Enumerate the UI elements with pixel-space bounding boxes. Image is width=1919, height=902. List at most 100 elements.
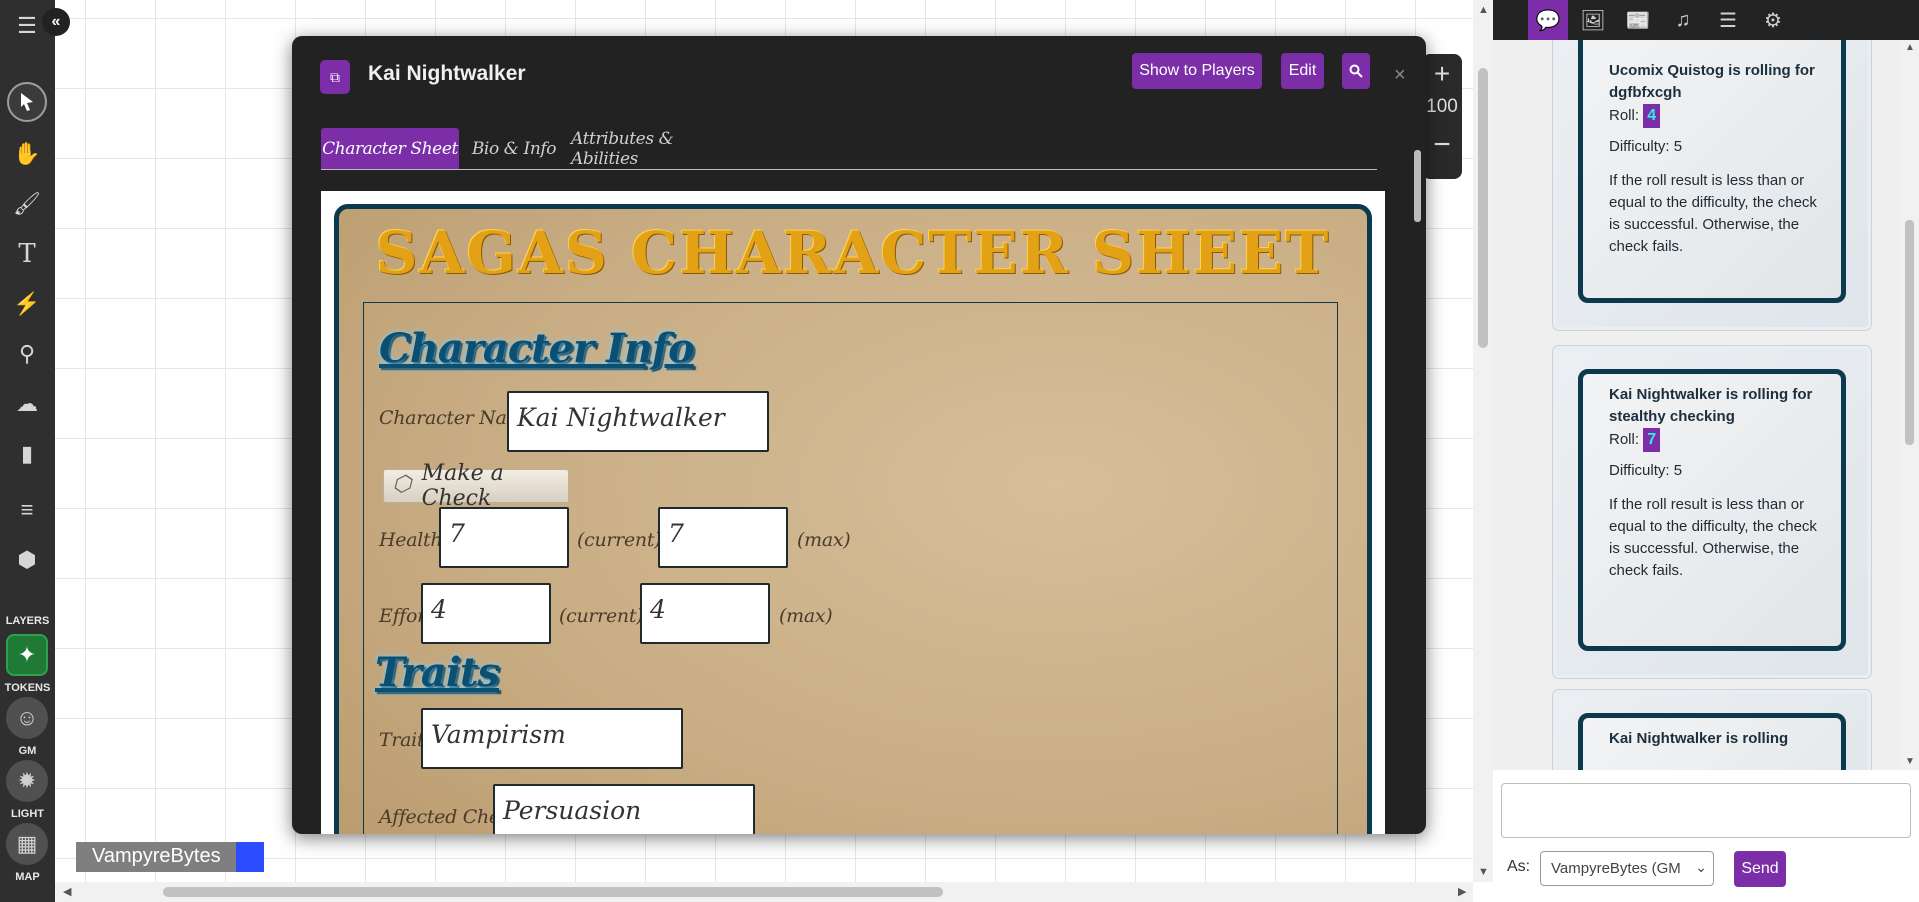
chat-bubble-icon[interactable]: 💬 — [1528, 0, 1568, 40]
roll-template-card: Kai Nightwalker is rolling — [1578, 713, 1846, 770]
speaking-as-label: As: — [1507, 858, 1531, 875]
affected-check-field[interactable]: Persuasion — [493, 784, 755, 834]
popout-icon[interactable]: ⧉ — [320, 60, 350, 94]
scroll-up-icon[interactable]: ▲ — [1478, 4, 1489, 16]
trait-field[interactable]: Vampirism — [421, 708, 683, 769]
light-layer-icon[interactable]: ✹ — [6, 760, 48, 802]
player-color-swatch — [236, 842, 264, 872]
ruler-icon[interactable]: ▮ — [7, 434, 47, 474]
roll-template-card: Ucomix Quistog is rolling for dgfbfxcgh … — [1578, 40, 1846, 303]
canvas-vertical-scrollbar[interactable]: ▲ ▼ — [1473, 0, 1493, 882]
roll-label: Roll: — [1609, 431, 1640, 448]
roll-line: Roll: 7 — [1609, 428, 1819, 452]
settings-gear-icon[interactable]: ⚙ — [1753, 0, 1793, 40]
chat-input[interactable] — [1501, 783, 1911, 838]
select-pointer-icon[interactable] — [7, 82, 47, 122]
scroll-right-icon[interactable]: ▶ — [1458, 885, 1466, 898]
tab-character-sheet[interactable]: Character Sheet — [321, 128, 459, 169]
text-icon[interactable]: T — [7, 234, 47, 274]
roll-rule-text: If the roll result is less than or equal… — [1609, 496, 1817, 579]
roll-who: Kai Nightwalker is rolling for stealthy … — [1609, 386, 1813, 425]
roll-who: Ucomix Quistog is rolling for dgfbfxcgh — [1609, 62, 1815, 101]
effort-max-field[interactable]: 4 — [640, 583, 770, 644]
speaking-as-value: VampyreBytes (GM — [1551, 860, 1681, 877]
make-a-check-label: Make a Check — [421, 461, 504, 511]
sheet-title: SAGAS CHARACTER SHEET — [375, 219, 1331, 287]
edit-button[interactable]: Edit — [1281, 53, 1324, 89]
character-name-field[interactable]: Kai Nightwalker — [507, 391, 769, 452]
speaking-as-select[interactable]: VampyreBytes (GM ⌄ — [1540, 851, 1714, 886]
effort-max-label: (max) — [779, 605, 833, 627]
chat-message: Kai Nightwalker is rolling — [1553, 690, 1871, 770]
roll-who: Kai Nightwalker is rolling — [1609, 730, 1789, 747]
difficulty-text: Difficulty: 5 — [1609, 462, 1683, 479]
health-max-field[interactable]: 7 — [658, 507, 788, 568]
journal-icon[interactable]: 📰 — [1618, 0, 1658, 40]
make-a-check-button[interactable]: ⬡ Make a Check — [383, 461, 569, 511]
sheet-viewport: SAGAS CHARACTER SHEET Character Info Cha… — [321, 191, 1385, 834]
search-button[interactable] — [1342, 53, 1370, 89]
player-name-tag: VampyreBytes — [76, 842, 264, 872]
menu-icon[interactable]: ☰ — [7, 6, 47, 46]
character-sheet: SAGAS CHARACTER SHEET Character Info Cha… — [334, 204, 1372, 834]
tab-bio-info[interactable]: Bio & Info — [471, 128, 557, 169]
scroll-thumb[interactable] — [1478, 68, 1488, 348]
show-to-players-button[interactable]: Show to Players — [1132, 53, 1262, 89]
effort-current-field[interactable]: 4 — [421, 583, 551, 644]
roll-label: Roll: — [1609, 107, 1640, 124]
search-icon — [1349, 64, 1363, 78]
dialog-scroll-thumb[interactable] — [1414, 150, 1421, 222]
roll-value: 7 — [1643, 428, 1661, 452]
dice-icon[interactable]: ⬢ — [7, 540, 47, 580]
scroll-left-icon[interactable]: ◀ — [63, 885, 71, 898]
fog-cloud-icon[interactable]: ☁ — [7, 384, 47, 424]
player-name: VampyreBytes — [92, 845, 221, 867]
zoom-in-icon[interactable]: + — [1422, 54, 1462, 94]
tab-attributes-abilities[interactable]: Attributes & Abilities — [571, 128, 739, 169]
roll-rule-text: If the roll result is less than or equal… — [1609, 172, 1817, 255]
canvas-horizontal-scrollbar[interactable]: ◀ ▶ — [55, 882, 1473, 902]
pan-hand-icon[interactable]: ✋ — [7, 134, 47, 174]
scroll-down-icon[interactable]: ▼ — [1905, 756, 1915, 767]
character-sheet-dialog: ⧉ Kai Nightwalker Show to Players Edit ×… — [292, 36, 1426, 834]
draw-brush-icon[interactable]: 🖌 — [7, 184, 47, 224]
chat-scroll-thumb[interactable] — [1905, 220, 1914, 445]
scroll-down-icon[interactable]: ▼ — [1478, 866, 1489, 878]
zoom-level: 100 — [1426, 96, 1458, 117]
character-info-heading: Character Info — [379, 325, 695, 372]
scroll-thumb[interactable] — [163, 887, 943, 897]
health-max-label: (max) — [797, 529, 851, 551]
chat-log[interactable]: Ucomix Quistog is rolling for dgfbfxcgh … — [1493, 40, 1919, 770]
zoom-control: + 100 − — [1422, 54, 1462, 179]
send-button[interactable]: Send — [1734, 851, 1786, 887]
map-layer-icon[interactable]: ▦ — [6, 823, 48, 865]
health-current-field[interactable]: 7 — [439, 507, 569, 568]
collections-icon[interactable]: ☰ — [1708, 0, 1748, 40]
gm-layer-icon[interactable]: ☺ — [6, 697, 48, 739]
collapse-toolbar-icon[interactable]: « — [42, 8, 70, 36]
jukebox-icon[interactable]: ♫ — [1663, 0, 1703, 40]
tokens-layer-icon[interactable]: ✦ — [6, 634, 48, 676]
sidebar-tabs: 💬 🖼 📰 ♫ ☰ ⚙ — [1493, 0, 1919, 40]
left-toolbar: ☰ ✋ 🖌 T ⚡ ⚲ ☁ ▮ ≡ ⬢ LAYERS ✦ TOKENS ☺ GM… — [0, 0, 55, 902]
gm-label: GM — [18, 745, 37, 757]
zoom-out-icon[interactable]: − — [1422, 120, 1462, 170]
scroll-up-icon[interactable]: ▲ — [1905, 42, 1915, 53]
chat-scrollbar[interactable]: ▲ ▼ — [1899, 40, 1919, 770]
dialog-title: Kai Nightwalker — [368, 62, 526, 85]
sheet-tabs: Character Sheet Bio & Info Attributes & … — [321, 128, 1377, 170]
tokens-label: TOKENS — [4, 682, 51, 694]
close-icon[interactable]: × — [1394, 64, 1406, 87]
measure-icon[interactable]: ⚲ — [7, 334, 47, 374]
layers-label: LAYERS — [5, 615, 50, 627]
dialog-scrollbar[interactable] — [1412, 114, 1422, 832]
art-library-icon[interactable]: 🖼 — [1573, 0, 1613, 40]
sidebar-panel: 💬 🖼 📰 ♫ ☰ ⚙ Ucomix Quistog is rolling fo… — [1493, 0, 1919, 902]
roll-value: 4 — [1643, 104, 1661, 128]
difficulty-text: Difficulty: 5 — [1609, 138, 1683, 155]
chevron-down-icon: ⌄ — [1695, 859, 1707, 875]
light-label: LIGHT — [11, 808, 44, 820]
notes-icon[interactable]: ≡ — [7, 490, 47, 530]
health-label: Health: — [379, 529, 449, 551]
fx-lightning-icon[interactable]: ⚡ — [7, 284, 47, 324]
